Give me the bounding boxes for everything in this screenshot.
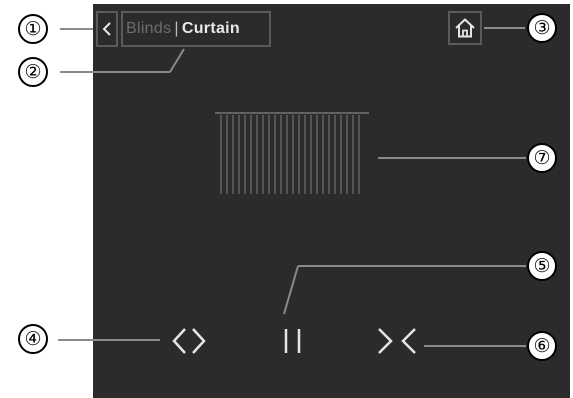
- open-button[interactable]: [164, 319, 214, 363]
- home-button[interactable]: [448, 11, 482, 45]
- callout-6: ⑥: [527, 331, 557, 361]
- callout-4: ④: [18, 324, 48, 354]
- chevron-left-icon: [102, 22, 111, 36]
- tab-separator: |: [174, 20, 179, 37]
- back-button[interactable]: [96, 11, 118, 47]
- tab-blinds[interactable]: Blinds: [126, 20, 171, 38]
- callout-2: ②: [18, 57, 48, 87]
- home-icon: [455, 18, 475, 38]
- callout-7: ⑦: [527, 143, 557, 173]
- pause-icon: [284, 329, 301, 353]
- callout-1: ①: [18, 14, 48, 44]
- callout-3: ③: [527, 13, 557, 43]
- open-chevrons-icon: [172, 328, 206, 354]
- mode-tabs: Blinds | Curtain: [121, 11, 271, 47]
- close-button[interactable]: [369, 319, 425, 363]
- tab-curtain[interactable]: Curtain: [182, 20, 240, 38]
- pause-button[interactable]: [268, 319, 318, 363]
- curtain-icon: [213, 108, 373, 198]
- callout-5: ⑤: [527, 251, 557, 281]
- close-chevrons-icon: [378, 328, 416, 354]
